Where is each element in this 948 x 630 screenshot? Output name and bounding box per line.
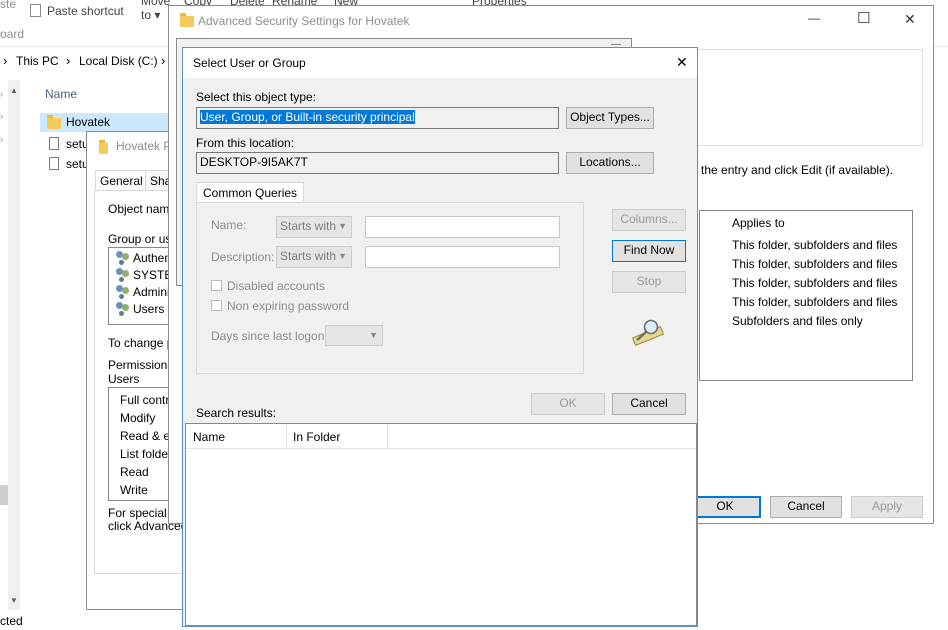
close-icon[interactable]: ✕ — [676, 54, 688, 71]
column-header-name[interactable]: Name — [45, 87, 77, 101]
select-user-dialog: Select User or Group ✕ Select this objec… — [182, 47, 698, 627]
users-icon — [115, 302, 131, 315]
applies-to-value[interactable]: This folder, subfolders and files — [732, 295, 897, 309]
nav-expand-icon[interactable]: › — [0, 89, 3, 99]
document-icon — [49, 137, 59, 150]
chevron-icon: › — [66, 53, 71, 68]
maximize-icon[interactable]: ☐ — [857, 9, 870, 27]
special-permissions-label: For special p — [108, 506, 177, 520]
search-icon — [631, 319, 665, 346]
ok-button[interactable]: OK — [689, 496, 761, 518]
applies-to-value[interactable]: This folder, subfolders and files — [732, 257, 897, 271]
search-results-list[interactable]: Name In Folder — [185, 423, 697, 626]
instruction-text: the entry and click Edit (if available). — [701, 163, 894, 177]
description-label: Description: — [211, 250, 275, 264]
results-column-name[interactable]: Name — [193, 430, 225, 444]
object-name-label: Object name — [108, 202, 177, 216]
close-icon[interactable]: ✕ — [904, 11, 916, 28]
disabled-accounts-label: Disabled accounts — [227, 279, 326, 293]
move-to-button[interactable]: Move to ▾ — [141, 0, 170, 22]
folder-icon — [47, 115, 61, 129]
users-icon — [115, 285, 131, 298]
find-now-button[interactable]: Find Now — [612, 240, 686, 262]
applies-to-value[interactable]: This folder, subfolders and files — [732, 276, 897, 290]
permission-item: List folder — [120, 447, 173, 461]
location-label: From this location: — [196, 136, 295, 150]
object-type-label: Select this object type: — [196, 90, 317, 104]
applies-to-value[interactable]: This folder, subfolders and files — [732, 238, 897, 252]
non-expiring-label: Non expiring password — [227, 299, 350, 313]
results-column-in-folder[interactable]: In Folder — [293, 430, 340, 444]
advanced-security-title: Advanced Security Settings for Hovatek — [198, 14, 410, 28]
breadcrumb-this-pc[interactable]: This PC — [16, 54, 59, 68]
document-icon — [49, 157, 59, 170]
column-divider[interactable] — [286, 424, 287, 448]
chevron-icon: › — [3, 53, 8, 68]
column-divider[interactable] — [387, 424, 388, 448]
applies-to-header[interactable]: Applies to — [732, 216, 785, 230]
tab-common-queries[interactable]: Common Queries — [196, 182, 305, 203]
stop-button: Stop — [612, 271, 686, 293]
properties-dialog-title: Hovatek P — [116, 139, 172, 153]
permission-item: Write — [120, 483, 148, 497]
nav-scroll-down-icon[interactable]: ▼ — [10, 596, 18, 605]
days-since-logon-combo: ▼ — [325, 325, 383, 346]
search-results-label: Search results: — [196, 406, 277, 420]
object-types-button[interactable]: Object Types... — [566, 107, 654, 129]
cancel-button[interactable]: Cancel — [770, 496, 842, 518]
folder-icon — [180, 13, 194, 27]
users-icon — [115, 251, 131, 264]
permission-item: Modify — [120, 411, 156, 425]
description-mode-combo: Starts with ▼ — [276, 246, 352, 268]
select-user-title: Select User or Group — [193, 56, 306, 70]
object-type-value: User, Group, or Built-in security princi… — [200, 110, 415, 124]
permissions-for-label: Users — [108, 372, 140, 386]
description-input — [365, 246, 560, 268]
minimize-icon[interactable]: — — [808, 11, 820, 25]
results-header — [186, 424, 696, 449]
paste-label-fragment: ste — [0, 0, 17, 11]
folder-icon — [99, 140, 108, 154]
days-since-logon-label: Days since last logon: — [211, 329, 328, 343]
apply-button[interactable]: Apply — [851, 496, 923, 518]
nav-expand-icon[interactable]: › — [0, 134, 3, 144]
location-field[interactable]: DESKTOP-9I5AK7T — [196, 152, 559, 174]
disabled-accounts-checkbox — [211, 280, 222, 291]
nav-pane-scrollbar[interactable] — [8, 80, 20, 610]
permission-item: Read — [120, 465, 149, 479]
group-item[interactable]: SYSTE — [133, 268, 172, 282]
locations-button[interactable]: Locations... — [566, 152, 654, 174]
name-mode-combo: Starts with ▼ — [276, 216, 352, 238]
change-label: To change p — [108, 336, 174, 350]
applies-to-value[interactable]: Subfolders and files only — [732, 314, 863, 328]
paste-shortcut-button[interactable]: Paste shortcut — [47, 4, 124, 18]
name-input — [365, 216, 560, 238]
users-icon — [115, 268, 131, 281]
status-bar-text: cted — [0, 614, 23, 628]
chevron-icon: › — [161, 53, 166, 68]
nav-scroll-up-icon[interactable]: ▲ — [10, 86, 18, 95]
columns-button: Columns... — [612, 209, 686, 231]
nav-expand-icon[interactable]: › — [0, 111, 3, 121]
object-type-field[interactable]: User, Group, or Built-in security princi… — [196, 107, 559, 129]
tab-general[interactable]: General — [95, 170, 148, 191]
non-expiring-checkbox — [211, 300, 222, 311]
file-name[interactable]: Hovatek — [66, 115, 110, 129]
ok-button: OK — [531, 393, 605, 415]
paste-shortcut-icon[interactable] — [30, 4, 41, 17]
breadcrumb-local-disk[interactable]: Local Disk (C:) — [79, 54, 158, 68]
name-label: Name: — [211, 218, 247, 232]
nav-scroll-thumb[interactable] — [0, 485, 8, 505]
clipboard-group-label: oard — [0, 27, 25, 41]
cancel-button[interactable]: Cancel — [612, 393, 686, 415]
